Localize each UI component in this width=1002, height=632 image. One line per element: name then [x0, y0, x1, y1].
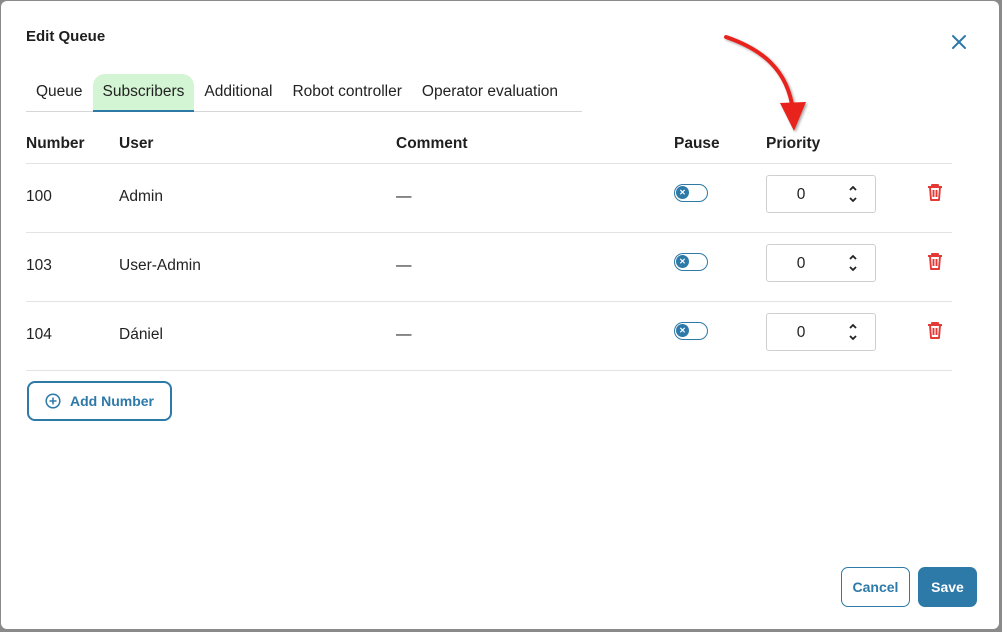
tab-operator-evaluation[interactable]: Operator evaluation: [412, 74, 568, 111]
row-number: 104: [26, 326, 52, 343]
header-comment: Comment: [396, 135, 468, 152]
header-priority: Priority: [766, 135, 821, 152]
table-row: 100 Admin — ✕ 0: [26, 164, 952, 233]
table-header: Number User Comment Pause Priority: [26, 125, 952, 164]
edit-queue-dialog: Edit Queue Queue Subscribers Additional …: [1, 1, 999, 629]
tab-queue[interactable]: Queue: [26, 74, 93, 111]
tab-subscribers[interactable]: Subscribers: [92, 74, 195, 112]
row-user: Admin: [119, 188, 163, 205]
annotation-arrow-icon: [724, 35, 806, 131]
header-pause: Pause: [674, 135, 720, 152]
header-user: User: [119, 135, 154, 152]
row-number: 103: [26, 257, 52, 274]
add-number-button[interactable]: Add Number: [27, 381, 172, 421]
dialog-title: Edit Queue: [26, 28, 106, 45]
close-icon[interactable]: [948, 31, 970, 53]
row-user: User-Admin: [119, 257, 201, 274]
delete-icon[interactable]: [924, 250, 946, 272]
stepper-arrows-icon[interactable]: [845, 320, 861, 344]
toggle-off-icon: ✕: [676, 255, 689, 268]
pause-toggle[interactable]: ✕: [674, 253, 708, 271]
stepper-arrows-icon[interactable]: [845, 182, 861, 206]
pause-toggle[interactable]: ✕: [674, 184, 708, 202]
delete-icon[interactable]: [924, 181, 946, 203]
priority-value[interactable]: 0: [767, 324, 835, 342]
header-number: Number: [26, 135, 85, 152]
plus-circle-icon: [45, 393, 61, 409]
delete-icon[interactable]: [924, 319, 946, 341]
priority-stepper[interactable]: 0: [766, 244, 876, 282]
row-user: Dániel: [119, 326, 163, 343]
toggle-off-icon: ✕: [676, 186, 689, 199]
cancel-button[interactable]: Cancel: [841, 567, 910, 607]
toggle-off-icon: ✕: [676, 324, 689, 337]
row-number: 100: [26, 188, 52, 205]
priority-value[interactable]: 0: [767, 255, 835, 273]
tab-bar: Queue Subscribers Additional Robot contr…: [26, 74, 582, 112]
save-button[interactable]: Save: [918, 567, 977, 607]
table-row: 103 User-Admin — ✕ 0: [26, 233, 952, 302]
row-comment: —: [396, 257, 412, 274]
pause-toggle[interactable]: ✕: [674, 322, 708, 340]
table-row: 104 Dániel — ✕ 0: [26, 302, 952, 371]
priority-stepper[interactable]: 0: [766, 313, 876, 351]
add-number-label: Add Number: [70, 393, 154, 409]
priority-value[interactable]: 0: [767, 186, 835, 204]
row-comment: —: [396, 188, 412, 205]
tab-additional[interactable]: Additional: [194, 74, 282, 111]
row-comment: —: [396, 326, 412, 343]
stepper-arrows-icon[interactable]: [845, 251, 861, 275]
priority-stepper[interactable]: 0: [766, 175, 876, 213]
tab-robot-controller[interactable]: Robot controller: [282, 74, 411, 111]
